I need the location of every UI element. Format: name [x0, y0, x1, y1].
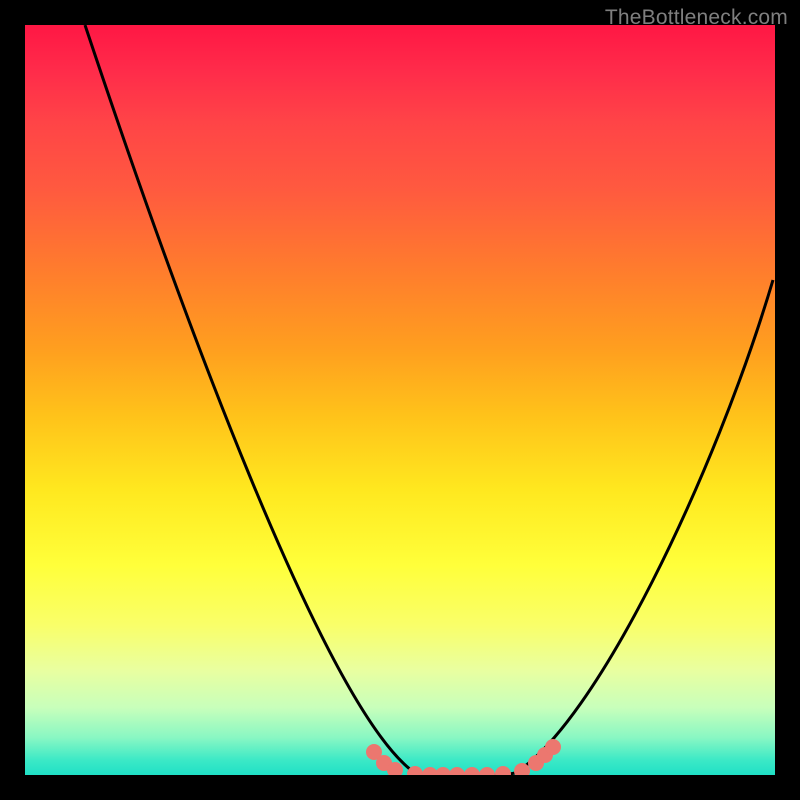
chart-frame-border — [0, 0, 800, 800]
site-watermark: TheBottleneck.com — [605, 6, 788, 30]
